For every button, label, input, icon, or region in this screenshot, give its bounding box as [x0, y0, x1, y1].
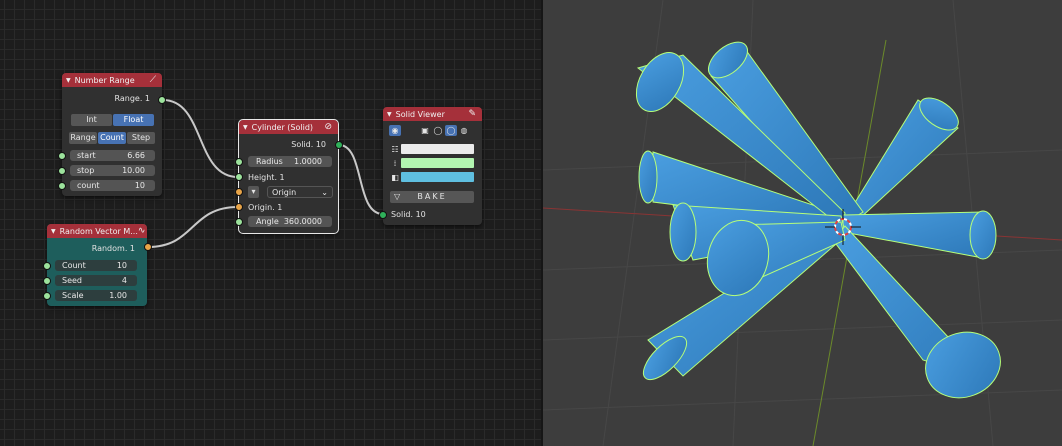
seed-field[interactable]: Seed 4	[55, 275, 137, 286]
cylinder-header[interactable]: ▼ Cylinder (Solid) ⊘	[239, 120, 338, 134]
radius-field[interactable]: Radius 1.0000	[248, 156, 332, 167]
scale-field[interactable]: Scale 1.00	[55, 290, 137, 301]
origin-input-socket[interactable]	[235, 203, 243, 211]
cylinder-array	[635, 41, 1001, 399]
scale-value: 1.00	[109, 291, 127, 300]
cylinder-solid	[669, 202, 697, 262]
random-output-label: Random. 1	[91, 244, 135, 253]
number-range-title: Number Range	[74, 75, 135, 85]
vertices-icon[interactable]: ☷	[389, 144, 401, 155]
faces-icon[interactable]: ◧	[389, 172, 401, 183]
count-input-socket[interactable]	[58, 182, 66, 190]
angle-value: 360.0000	[283, 217, 322, 226]
collapse-icon[interactable]: ▼	[66, 77, 71, 84]
node-editor[interactable]: ▼ Number Range ⟋ Range. 1 Int Float Rang…	[0, 0, 541, 446]
count-type-button[interactable]: Count	[98, 132, 126, 144]
radius-input-socket[interactable]	[235, 158, 243, 166]
start-value: 6.66	[127, 151, 145, 160]
angle-label: Angle	[256, 217, 279, 226]
seed-value: 4	[121, 276, 127, 285]
cylinder-node[interactable]: ▼ Cylinder (Solid) ⊘ Solid. 10 Radius 1.…	[238, 119, 339, 234]
radius-label: Radius	[256, 157, 283, 166]
scale-input-socket[interactable]	[43, 292, 51, 300]
solid-output-socket[interactable]	[335, 141, 343, 149]
viewport-scene	[543, 0, 1062, 446]
number-range-node[interactable]: ▼ Number Range ⟋ Range. 1 Int Float Rang…	[62, 73, 162, 196]
step-type-button[interactable]: Step	[127, 132, 155, 144]
count-label: Count	[62, 261, 86, 270]
solid-sphere-icon[interactable]: ◯	[445, 125, 457, 136]
edges-icon[interactable]: ⁞	[389, 158, 401, 169]
stop-field[interactable]: stop 10.00	[70, 165, 155, 176]
count-label: count	[77, 181, 100, 190]
bake-button[interactable]: ▽ BAKE	[390, 191, 474, 203]
range-output-label: Range. 1	[114, 94, 150, 103]
count-field[interactable]: count 10	[70, 180, 155, 191]
cylinder-title: Cylinder (Solid)	[251, 122, 314, 132]
cube-icon[interactable]: ▣	[419, 125, 431, 136]
solid-input-label: Solid. 10	[391, 210, 426, 219]
solid-viewer-title: Solid Viewer	[395, 109, 445, 119]
count-value: 10	[134, 181, 145, 190]
scale-label: Scale	[62, 291, 84, 300]
pencil-icon: ⟋	[149, 75, 156, 85]
cylinder-solid	[638, 150, 658, 204]
eye-icon[interactable]: ◉	[389, 125, 401, 136]
wave-icon: ∿	[137, 226, 146, 236]
vertex-color-swatch[interactable]	[401, 144, 474, 154]
height-input-socket[interactable]	[235, 173, 243, 181]
count-input-socket[interactable]	[43, 262, 51, 270]
bake-label: BAKE	[417, 192, 447, 201]
origin-mode-value: Origin	[272, 188, 297, 197]
face-color-swatch[interactable]	[401, 172, 474, 182]
seed-input-socket[interactable]	[43, 277, 51, 285]
stop-label: stop	[77, 166, 95, 175]
link-solid-viewer	[338, 144, 384, 215]
random-vector-header[interactable]: ▼ Random Vector M... ∿	[47, 224, 147, 238]
start-input-socket[interactable]	[58, 152, 66, 160]
chevron-down-icon: ⌄	[321, 188, 328, 197]
link-random-origin	[147, 206, 239, 248]
start-field[interactable]: start 6.66	[70, 150, 155, 161]
start-label: start	[77, 151, 96, 160]
material-sphere-icon[interactable]: ◍	[458, 125, 470, 136]
seed-label: Seed	[62, 276, 82, 285]
range-output-socket[interactable]	[158, 96, 166, 104]
bake-icon: ▽	[394, 192, 403, 201]
float-mode-button[interactable]: Float	[113, 114, 154, 126]
number-range-header[interactable]: ▼ Number Range ⟋	[62, 73, 162, 87]
origin-mode-dropdown[interactable]: Origin ⌄	[267, 186, 333, 198]
link-icon: ⊘	[324, 122, 332, 132]
count-field[interactable]: Count 10	[55, 260, 137, 271]
link-range-height	[162, 99, 239, 178]
random-vector-title: Random Vector M...	[59, 226, 138, 236]
origin-toggle-button[interactable]: ▾	[248, 186, 259, 198]
random-output-socket[interactable]	[144, 243, 152, 251]
count-value: 10	[116, 261, 127, 270]
solid-input-socket[interactable]	[379, 211, 387, 219]
angle-input-socket[interactable]	[235, 218, 243, 226]
solid-viewer-header[interactable]: ▼ Solid Viewer ✎	[383, 107, 482, 121]
range-type-button[interactable]: Range	[69, 132, 97, 144]
3d-viewport[interactable]	[543, 0, 1062, 446]
stop-value: 10.00	[122, 166, 145, 175]
collapse-icon[interactable]: ▼	[51, 228, 56, 235]
solid-output-label: Solid. 10	[291, 140, 326, 149]
radius-value: 1.0000	[294, 157, 322, 166]
wireframe-sphere-icon[interactable]: ◯	[432, 125, 444, 136]
edge-color-swatch[interactable]	[401, 158, 474, 168]
origin-mode-socket[interactable]	[235, 188, 243, 196]
origin-label: Origin. 1	[248, 203, 283, 212]
height-label: Height. 1	[248, 173, 285, 182]
stop-input-socket[interactable]	[58, 167, 66, 175]
solid-viewer-node[interactable]: ▼ Solid Viewer ✎ ◉ ▣ ◯ ◯ ◍ ☷ ⁞ ◧ ▽ BAKE …	[383, 107, 482, 225]
collapse-icon[interactable]: ▼	[243, 124, 248, 131]
int-mode-button[interactable]: Int	[71, 114, 112, 126]
collapse-icon[interactable]: ▼	[387, 111, 392, 118]
angle-field[interactable]: Angle 360.0000	[248, 216, 332, 227]
cylinder-solid	[969, 210, 997, 260]
pencil-icon: ✎	[468, 109, 476, 119]
random-vector-node[interactable]: ▼ Random Vector M... ∿ Random. 1 Count 1…	[47, 224, 147, 306]
